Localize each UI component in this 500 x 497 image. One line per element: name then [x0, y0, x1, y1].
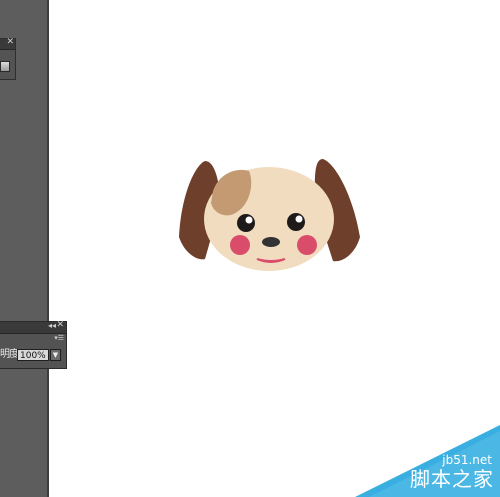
- color-swatch[interactable]: [0, 61, 10, 72]
- watermark-brand: 脚本之家: [410, 467, 494, 491]
- panel-top-tab-bar: ✕: [0, 37, 15, 50]
- panel-top-fragment: ✕: [0, 37, 16, 80]
- transparency-panel-fragment: ◂◂ ✕ ▾☰ 明度 100% ▼: [0, 320, 67, 369]
- site-watermark: jb51.net 脚本之家: [355, 425, 500, 497]
- right-eye: [287, 213, 305, 231]
- opacity-label: 明度: [0, 349, 19, 360]
- right-cheek: [297, 235, 317, 255]
- left-eye: [237, 214, 255, 232]
- close-icon[interactable]: ✕: [56, 320, 64, 330]
- collapse-icon[interactable]: ◂◂: [48, 321, 56, 330]
- opacity-input[interactable]: 100%: [17, 349, 49, 361]
- panel-menu-icon[interactable]: ▾☰: [54, 334, 64, 342]
- opacity-dropdown-button[interactable]: ▼: [50, 349, 61, 361]
- left-cheek: [230, 235, 250, 255]
- close-icon[interactable]: ✕: [6, 37, 14, 47]
- nose: [262, 237, 280, 247]
- panel-header: ◂◂ ✕: [0, 320, 66, 334]
- dog-face-illustration[interactable]: [175, 155, 365, 280]
